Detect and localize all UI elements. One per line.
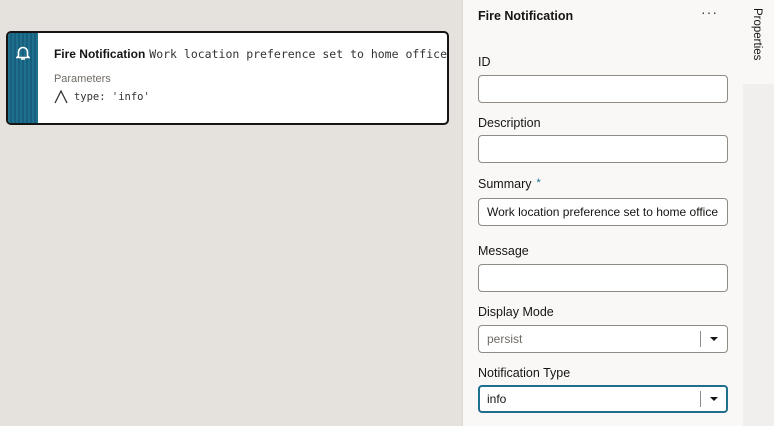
more-options-icon[interactable]: ···: [701, 4, 718, 20]
card-title: Fire Notification: [53, 47, 146, 61]
parameters-label: Parameters: [53, 73, 111, 85]
description-label: Description: [478, 116, 541, 130]
select-divider: [700, 391, 701, 407]
string-type-icon: [54, 90, 68, 104]
summary-label: Summary *: [478, 177, 541, 191]
description-input[interactable]: [478, 135, 728, 163]
select-divider: [700, 331, 701, 347]
display-mode-select[interactable]: persist: [478, 325, 728, 353]
summary-label-text: Summary: [478, 177, 532, 191]
tab-properties-label: Properties: [751, 8, 763, 61]
message-input[interactable]: [478, 264, 728, 292]
bell-icon: [15, 46, 30, 60]
parameter-value: type: 'info': [73, 91, 150, 103]
notification-type-value: info: [487, 392, 507, 406]
card-icon-strip: [8, 33, 38, 123]
side-tab-bar: Properties: [743, 0, 774, 426]
summary-input[interactable]: Work location preference set to home off…: [478, 198, 728, 226]
display-mode-value: persist: [487, 332, 523, 346]
display-mode-label: Display Mode: [478, 305, 554, 319]
notification-type-select[interactable]: info: [478, 385, 728, 413]
id-label: ID: [478, 55, 491, 69]
tab-properties[interactable]: Properties: [743, 0, 774, 84]
id-input[interactable]: [478, 75, 728, 103]
card-summary: Work location preference set to home off…: [149, 47, 447, 61]
notification-type-label: Notification Type: [478, 366, 571, 380]
chevron-down-icon[interactable]: [710, 337, 718, 341]
message-label: Message: [478, 244, 529, 258]
properties-panel: Fire Notification ··· ID Description Sum…: [462, 0, 743, 426]
required-indicator: *: [536, 177, 541, 189]
fire-notification-card[interactable]: Fire Notification Work location preferenc…: [6, 31, 449, 125]
chevron-down-icon[interactable]: [710, 397, 718, 401]
panel-title: Fire Notification: [478, 9, 574, 23]
